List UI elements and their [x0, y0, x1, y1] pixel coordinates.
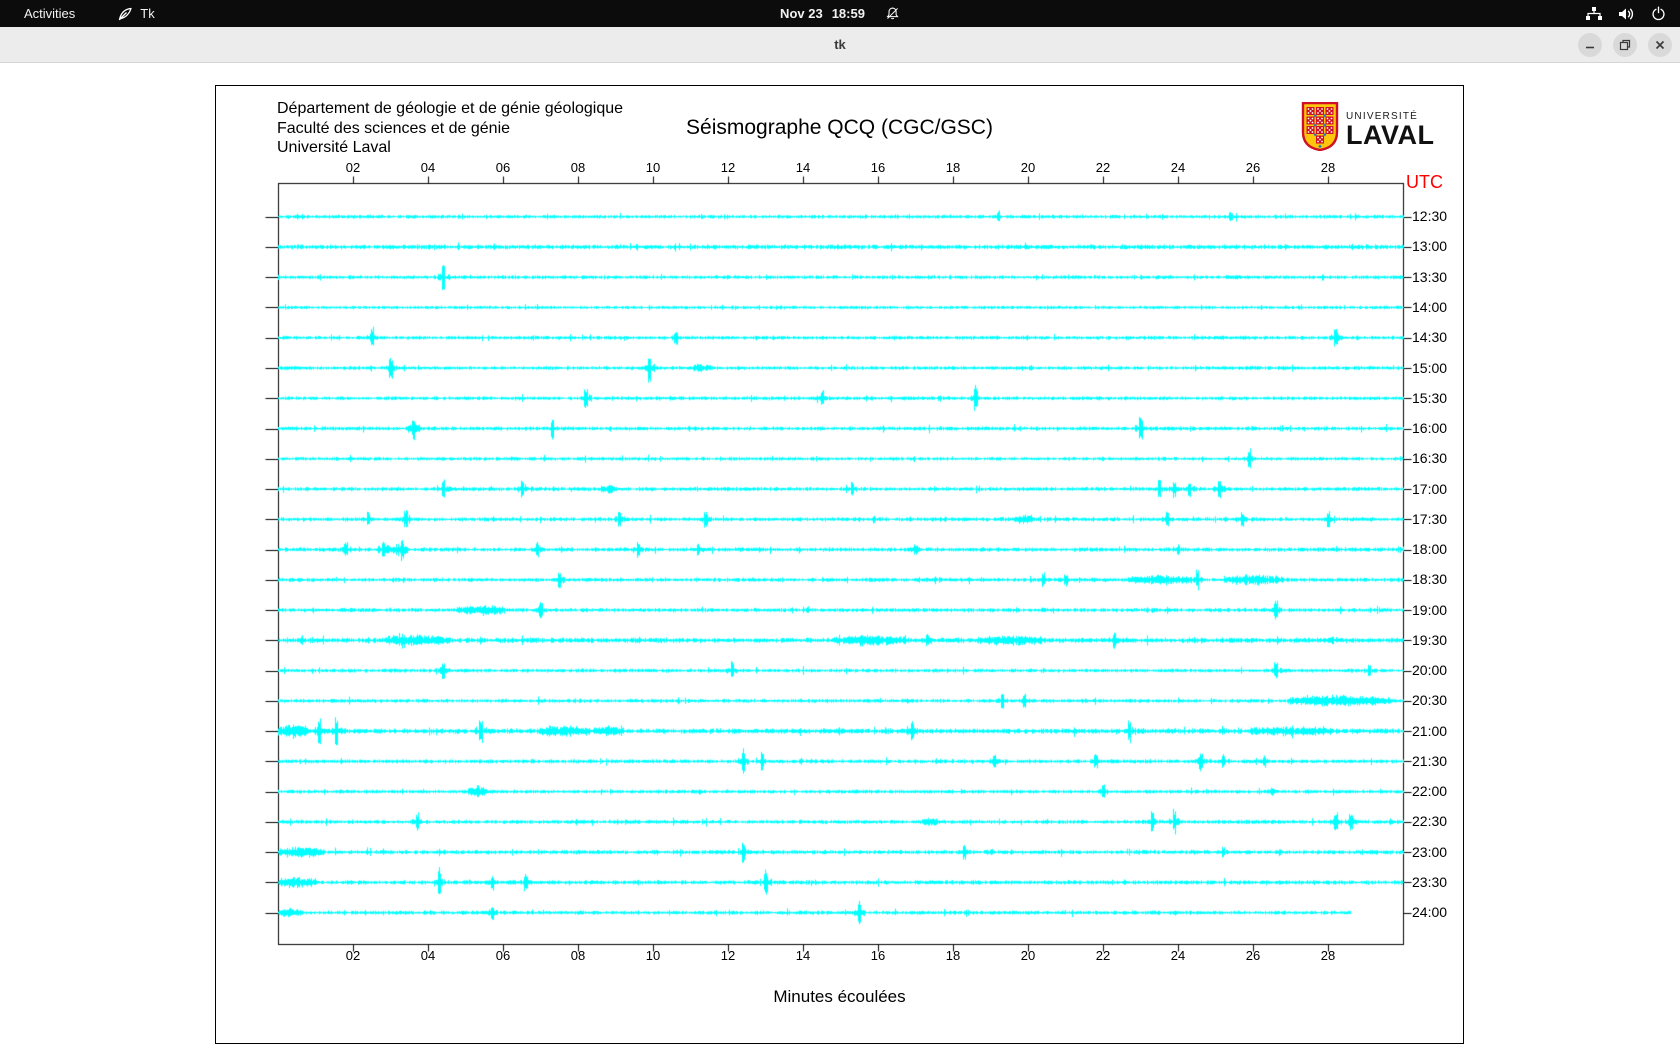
- desktop: Activities Tk Nov 23 18:59 tk Départemen…: [0, 0, 1680, 1050]
- universite-laval-logo: UNIVERSITÉ LAVAL: [1301, 101, 1435, 156]
- clock-time: 18:59: [831, 6, 865, 21]
- bottom-axis-tick-label: 12: [720, 948, 736, 963]
- utc-time-label: 18:30: [1412, 571, 1448, 588]
- utc-time-label: 16:00: [1412, 420, 1448, 437]
- utc-time-label: 14:00: [1412, 298, 1448, 315]
- close-icon: [1655, 40, 1665, 50]
- bottom-axis-tick-label: 24: [1170, 948, 1186, 963]
- minimize-button[interactable]: [1578, 33, 1602, 57]
- seismograph-canvas: [216, 86, 1463, 1043]
- tk-app-label: Tk: [140, 6, 155, 21]
- utc-time-label: 17:30: [1412, 510, 1448, 527]
- utc-time-label: 18:00: [1412, 541, 1448, 558]
- utc-time-label: 17:00: [1412, 480, 1448, 497]
- power-icon: [1651, 6, 1666, 21]
- top-axis-tick-label: 12: [720, 160, 736, 175]
- activities-button[interactable]: Activities: [18, 4, 81, 23]
- utc-time-label: 19:30: [1412, 631, 1448, 648]
- bottom-axis-tick-label: 28: [1320, 948, 1336, 963]
- bottom-axis-tick-label: 10: [645, 948, 661, 963]
- top-axis-tick-label: 16: [870, 160, 886, 175]
- utc-time-label: 22:30: [1412, 813, 1448, 830]
- utc-time-label: 14:30: [1412, 329, 1448, 346]
- top-axis-tick-label: 24: [1170, 160, 1186, 175]
- close-button[interactable]: [1648, 33, 1672, 57]
- utc-time-label: 12:30: [1412, 208, 1448, 225]
- seismograph-frame: Département de géologie et de génie géol…: [215, 85, 1464, 1044]
- top-axis-tick-label: 28: [1320, 160, 1336, 175]
- top-axis-tick-label: 22: [1095, 160, 1111, 175]
- utc-time-label: 23:30: [1412, 873, 1448, 890]
- figure-title: Séismographe QCQ (CGC/GSC): [686, 116, 993, 139]
- bottom-axis-tick-label: 26: [1245, 948, 1261, 963]
- bottom-axis-tick-label: 18: [945, 948, 961, 963]
- top-axis-tick-label: 20: [1020, 160, 1036, 175]
- bottom-axis-tick-label: 22: [1095, 948, 1111, 963]
- top-axis-tick-label: 14: [795, 160, 811, 175]
- institution-line-3: Université Laval: [277, 139, 391, 156]
- laval-wordmark-laval: LAVAL: [1346, 120, 1435, 150]
- top-axis-tick-label: 04: [420, 160, 436, 175]
- maximize-button[interactable]: [1613, 33, 1637, 57]
- utc-time-label: 20:00: [1412, 662, 1448, 679]
- top-axis-tick-label: 08: [570, 160, 586, 175]
- utc-time-label: 19:00: [1412, 601, 1448, 618]
- utc-time-label: 15:00: [1412, 359, 1448, 376]
- top-axis-tick-label: 02: [345, 160, 361, 175]
- x-axis-title: Minutes écoulées: [773, 987, 906, 1006]
- utc-time-label: 21:00: [1412, 722, 1448, 739]
- clock-menu[interactable]: Nov 23 18:59: [780, 0, 900, 27]
- bottom-axis-tick-label: 04: [420, 948, 436, 963]
- tk-window-content: Département de géologie et de génie géol…: [0, 63, 1680, 1050]
- system-status-menu[interactable]: [1585, 0, 1680, 27]
- utc-time-label: 13:30: [1412, 268, 1448, 285]
- utc-time-label: 22:00: [1412, 783, 1448, 800]
- utc-time-label: 21:30: [1412, 752, 1448, 769]
- top-bar: Activities Tk Nov 23 18:59: [0, 0, 1680, 27]
- utc-axis-label: UTC: [1406, 172, 1443, 192]
- tk-feather-icon: [117, 6, 133, 22]
- utc-time-label: 23:00: [1412, 843, 1448, 860]
- clock-date: Nov 23: [780, 6, 823, 21]
- bottom-axis-tick-label: 20: [1020, 948, 1036, 963]
- restore-icon: [1619, 39, 1631, 51]
- notifications-muted-icon: [885, 6, 900, 21]
- top-axis-tick-label: 18: [945, 160, 961, 175]
- utc-time-label: 20:30: [1412, 692, 1448, 709]
- utc-time-label: 13:00: [1412, 238, 1448, 255]
- volume-icon: [1618, 7, 1636, 21]
- bottom-axis-tick-label: 14: [795, 948, 811, 963]
- laval-shield-icon: [1301, 101, 1339, 156]
- bottom-axis-tick-label: 16: [870, 948, 886, 963]
- top-axis-tick-label: 06: [495, 160, 511, 175]
- window-title: tk: [834, 37, 846, 52]
- top-axis-tick-label: 26: [1245, 160, 1261, 175]
- tk-app-indicator[interactable]: Tk: [117, 6, 155, 22]
- minimize-icon: [1586, 46, 1594, 49]
- utc-time-label: 15:30: [1412, 389, 1448, 406]
- window-titlebar[interactable]: tk: [0, 27, 1680, 63]
- bottom-axis-tick-label: 02: [345, 948, 361, 963]
- top-axis-tick-label: 10: [645, 160, 661, 175]
- network-icon: [1585, 6, 1603, 21]
- bottom-axis-tick-label: 08: [570, 948, 586, 963]
- utc-time-label: 16:30: [1412, 450, 1448, 467]
- bottom-axis-tick-label: 06: [495, 948, 511, 963]
- utc-time-label: 24:00: [1412, 904, 1448, 921]
